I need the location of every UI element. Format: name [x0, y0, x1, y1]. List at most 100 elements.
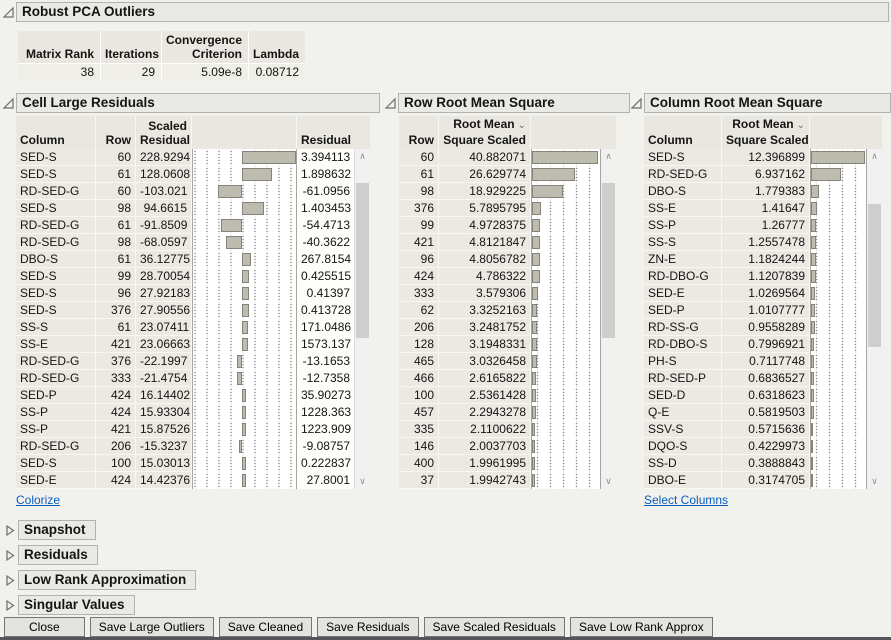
scroll-down-icon[interactable]: ∨ [601, 474, 616, 489]
colorize-link[interactable]: Colorize [16, 493, 60, 507]
scrollbar-track[interactable] [601, 164, 616, 474]
table-row[interactable]: Q-E0.5819503 [644, 404, 882, 421]
table-row[interactable]: RD-SED-G6.937162 [644, 166, 882, 183]
table-row[interactable]: 994.9728375 [399, 217, 616, 234]
table-row[interactable]: RD-SED-G206-15.3237-9.08757 [16, 438, 370, 455]
table-row[interactable]: 6126.629774 [399, 166, 616, 183]
save-cleaned-button[interactable]: Save Cleaned [219, 617, 312, 637]
sort-descending-icon[interactable]: ⌄ [797, 120, 805, 131]
sort-descending-icon[interactable]: ⌄ [518, 120, 526, 131]
column-header-row[interactable]: Row [96, 116, 136, 149]
table-row[interactable]: SSV-S0.5715636 [644, 421, 882, 438]
table-row[interactable]: 9818.929225 [399, 183, 616, 200]
disclosure-open-icon[interactable] [384, 97, 397, 110]
table-row[interactable]: SS-P1.26777 [644, 217, 882, 234]
table-row[interactable]: RD-SS-G0.9558289 [644, 319, 882, 336]
scroll-up-icon[interactable]: ∧ [867, 149, 882, 164]
table-row[interactable]: 6040.882071 [399, 149, 616, 166]
select-columns-link[interactable]: Select Columns [644, 493, 728, 507]
table-row[interactable]: 964.8056782 [399, 251, 616, 268]
scroll-down-icon[interactable]: ∨ [355, 474, 370, 489]
table-row[interactable]: SS-S6123.07411171.0486 [16, 319, 370, 336]
table-row[interactable]: SED-P42416.1440235.90273 [16, 387, 370, 404]
table-row[interactable]: SS-E42123.066631573.137 [16, 336, 370, 353]
table-row[interactable]: DBO-S6136.12775267.8154 [16, 251, 370, 268]
table-row[interactable]: SS-S1.2557478 [644, 234, 882, 251]
table-row[interactable]: SED-S9627.921830.41397 [16, 285, 370, 302]
table-row[interactable]: 1283.1948331 [399, 336, 616, 353]
table-row[interactable]: SED-P1.0107777 [644, 302, 882, 319]
section-low-rank-approximation-title[interactable]: Low Rank Approximation [18, 570, 196, 590]
scrollbar-track[interactable] [867, 164, 882, 474]
column-header-column[interactable]: Column [16, 116, 96, 149]
panel-colrms-title[interactable]: Column Root Mean Square [644, 93, 891, 113]
disclosure-open-icon[interactable] [630, 97, 643, 110]
table-row[interactable]: 4244.786322 [399, 268, 616, 285]
table-row[interactable]: 4572.2943278 [399, 404, 616, 421]
column-header-column[interactable]: Column [644, 116, 722, 149]
table-row[interactable]: RD-SED-G61-91.8509-54.4713 [16, 217, 370, 234]
vertical-scrollbar[interactable]: ∧ ∨ [355, 149, 370, 489]
disclosure-closed-icon[interactable] [4, 549, 17, 562]
table-row[interactable]: SED-S9928.700540.425515 [16, 268, 370, 285]
table-row[interactable]: SS-D0.3888843 [644, 455, 882, 472]
table-row[interactable]: SS-P42415.933041228.363 [16, 404, 370, 421]
scrollbar-thumb[interactable] [868, 204, 881, 347]
table-row[interactable]: 4214.8121847 [399, 234, 616, 251]
table-row[interactable]: RD-DBO-S0.7996921 [644, 336, 882, 353]
report-title[interactable]: Robust PCA Outliers [16, 2, 889, 22]
table-row[interactable]: SED-S61128.06081.898632 [16, 166, 370, 183]
table-row[interactable]: PH-S0.7117748 [644, 353, 882, 370]
scrollbar-track[interactable] [355, 164, 370, 474]
table-row[interactable]: 1462.0037703 [399, 438, 616, 455]
table-row[interactable]: SED-S37627.905560.413728 [16, 302, 370, 319]
section-singular-values-title[interactable]: Singular Values [18, 595, 135, 615]
column-header-rms-scaled[interactable]: Root Mean⌄ Square Scaled [439, 116, 531, 149]
table-row[interactable]: RD-DBO-G1.1207839 [644, 268, 882, 285]
scrollbar-thumb[interactable] [356, 183, 369, 338]
table-row[interactable]: SS-P42115.875261223.909 [16, 421, 370, 438]
save-scaled-residuals-button[interactable]: Save Scaled Residuals [424, 617, 565, 637]
save-low-rank-approx-button[interactable]: Save Low Rank Approx [570, 617, 713, 637]
table-row[interactable]: 4001.9961995 [399, 455, 616, 472]
column-header-row[interactable]: Row [399, 116, 439, 149]
table-row[interactable]: SED-S10015.030130.222837 [16, 455, 370, 472]
vertical-scrollbar[interactable]: ∧ ∨ [867, 149, 882, 489]
disclosure-closed-icon[interactable] [4, 599, 17, 612]
table-row[interactable]: 371.9942743 [399, 472, 616, 489]
table-row[interactable]: DQO-S0.4229973 [644, 438, 882, 455]
column-header-scaled-residual[interactable]: ScaledResidual [136, 116, 192, 149]
section-residuals-title[interactable]: Residuals [18, 545, 98, 565]
disclosure-closed-icon[interactable] [4, 524, 17, 537]
table-row[interactable]: SED-D0.6318623 [644, 387, 882, 404]
scroll-down-icon[interactable]: ∨ [867, 474, 882, 489]
table-row[interactable]: 3333.579306 [399, 285, 616, 302]
table-row[interactable]: 3352.1100622 [399, 421, 616, 438]
table-row[interactable]: SS-E1.41647 [644, 200, 882, 217]
column-header-rms-scaled[interactable]: Root Mean⌄ Square Scaled [722, 116, 810, 149]
table-row[interactable]: RD-SED-G98-68.0597-40.3622 [16, 234, 370, 251]
table-row[interactable]: DBO-E0.3174705 [644, 472, 882, 489]
table-row[interactable]: SED-S9894.66151.403453 [16, 200, 370, 217]
disclosure-open-icon[interactable] [2, 6, 15, 19]
table-row[interactable]: SED-E42414.4237627.8001 [16, 472, 370, 489]
table-row[interactable]: ZN-E1.1824244 [644, 251, 882, 268]
table-row[interactable]: SED-E1.0269564 [644, 285, 882, 302]
panel-rowrms-title[interactable]: Row Root Mean Square [398, 93, 630, 113]
close-button[interactable]: Close [4, 617, 85, 637]
table-row[interactable]: 623.3252163 [399, 302, 616, 319]
table-row[interactable]: RD-SED-G333-21.4754-12.7358 [16, 370, 370, 387]
save-residuals-button[interactable]: Save Residuals [317, 617, 418, 637]
table-row[interactable]: RD-SED-P0.6836527 [644, 370, 882, 387]
table-row[interactable]: DBO-S1.779383 [644, 183, 882, 200]
table-row[interactable]: RD-SED-G60-103.021-61.0956 [16, 183, 370, 200]
scroll-up-icon[interactable]: ∧ [355, 149, 370, 164]
disclosure-closed-icon[interactable] [4, 574, 17, 587]
table-row[interactable]: 2063.2481752 [399, 319, 616, 336]
disclosure-open-icon[interactable] [2, 97, 15, 110]
table-row[interactable]: RD-SED-G376-22.1997-13.1653 [16, 353, 370, 370]
table-row[interactable]: 3765.7895795 [399, 200, 616, 217]
table-row[interactable]: SED-S60228.92943.394113 [16, 149, 370, 166]
section-snapshot-title[interactable]: Snapshot [18, 520, 96, 540]
table-row[interactable]: 4662.6165822 [399, 370, 616, 387]
